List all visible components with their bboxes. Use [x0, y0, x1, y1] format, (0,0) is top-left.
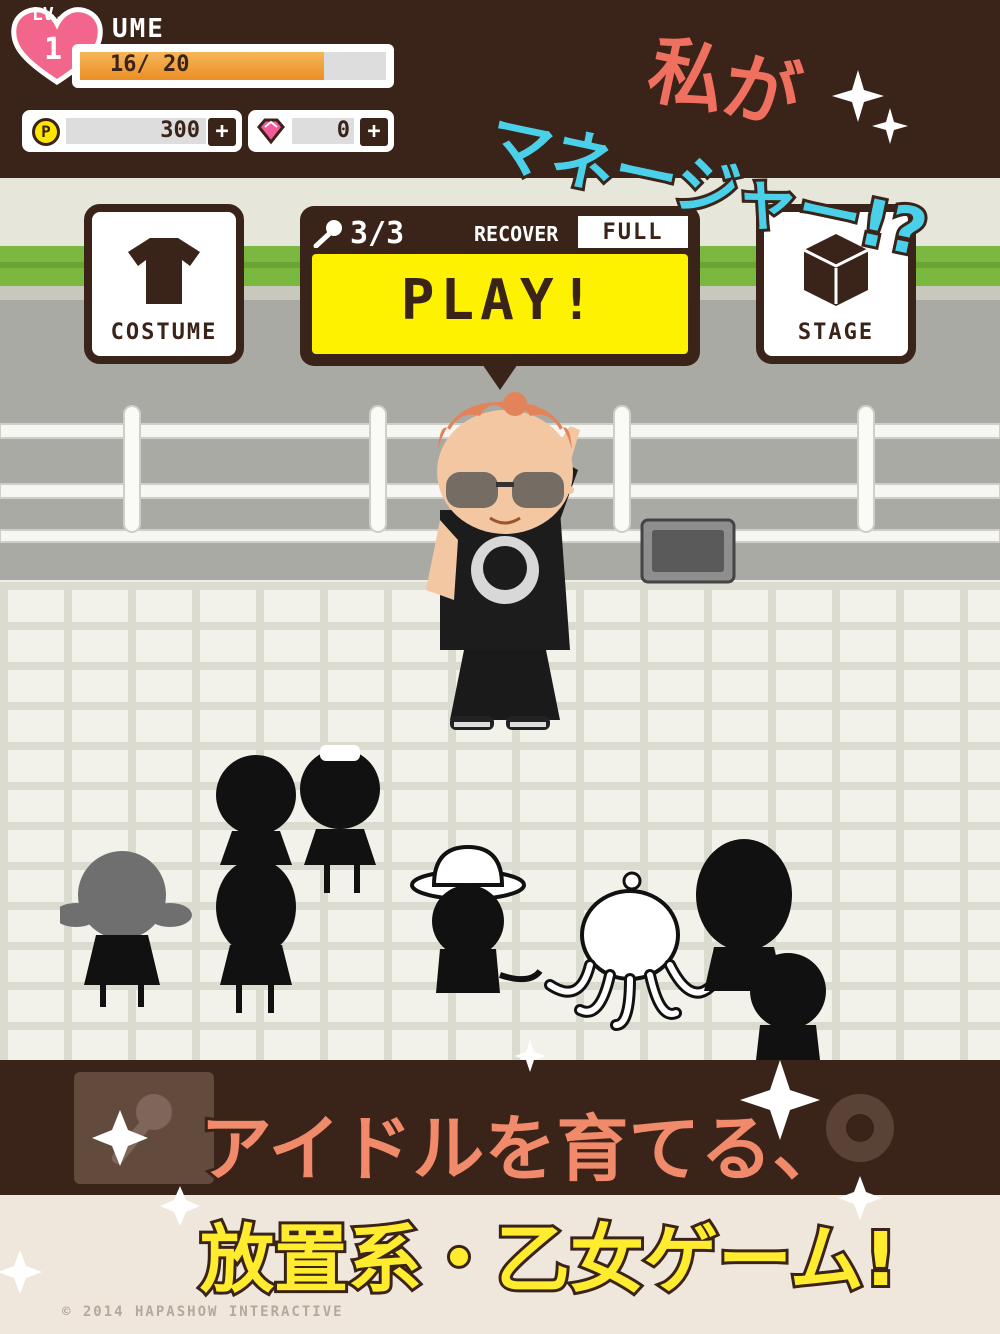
mic-count: 3/3: [350, 216, 405, 251]
points-icon: P: [32, 118, 60, 146]
costume-button[interactable]: COSTUME: [84, 204, 244, 364]
tshirt-icon: [128, 238, 200, 304]
play-label[interactable]: PLAY!: [312, 268, 688, 333]
speech-tail: [478, 358, 522, 390]
player-name: UME: [112, 14, 165, 44]
tagline-line2: 放置系・乙女ゲーム!: [197, 1214, 901, 1306]
idol-silhouettes: [60, 745, 826, 1060]
recover-label: RECOVER: [474, 222, 559, 246]
tab-mic[interactable]: [74, 1072, 214, 1184]
level-number: 1: [44, 32, 63, 67]
gems-value: 0: [336, 118, 350, 143]
xp-bar-empty: [324, 52, 386, 80]
copyright-text: © 2014 HAPASHOW INTERACTIVE: [62, 1304, 344, 1320]
tagline-line1: アイドルを育てる、: [197, 1104, 847, 1194]
mic-icon: [313, 220, 342, 248]
xp-text: 16/ 20: [110, 52, 190, 77]
gem-icon: [257, 118, 285, 145]
add-gems-button[interactable]: +: [360, 118, 388, 146]
manager-character: [426, 392, 580, 730]
costume-label: COSTUME: [110, 320, 218, 345]
mic-icon: [112, 1094, 172, 1164]
stage-label: STAGE: [797, 320, 875, 345]
recover-status: FULL: [602, 220, 664, 245]
level-label: LV.: [32, 4, 65, 25]
amplifier: [640, 518, 736, 584]
points-value: 300: [160, 118, 200, 143]
add-points-button[interactable]: +: [208, 118, 236, 146]
